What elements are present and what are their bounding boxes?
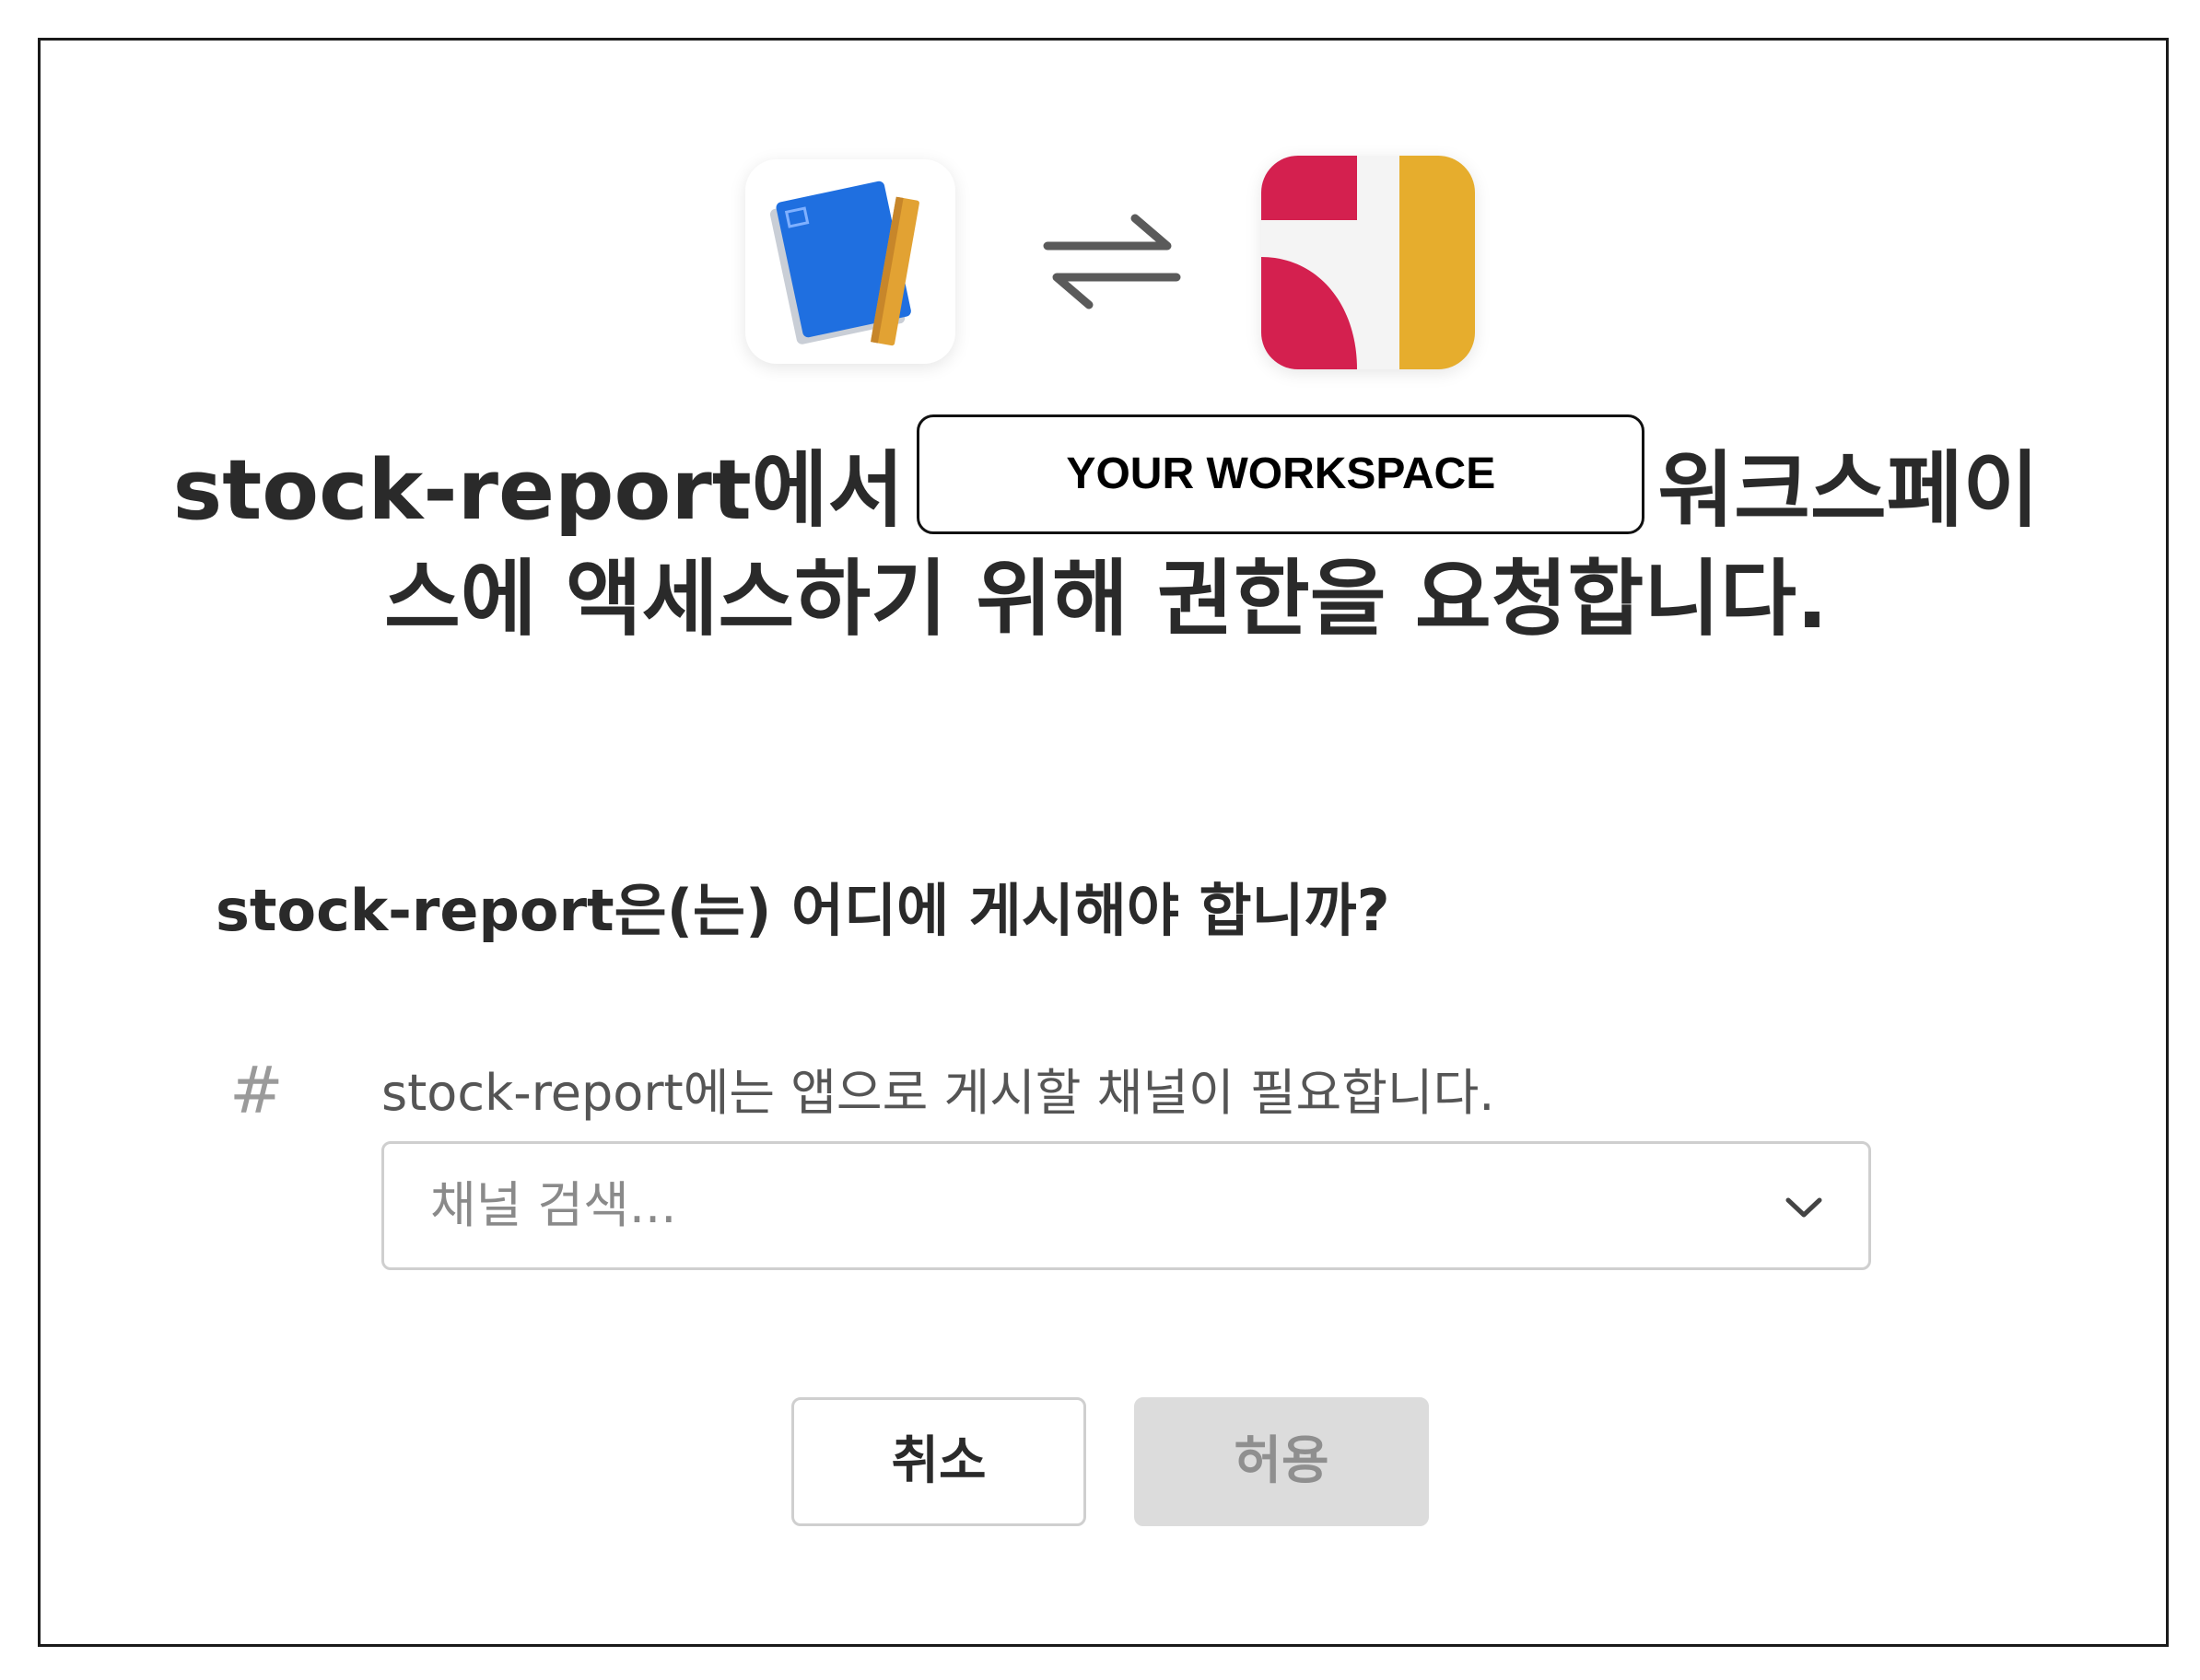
swap-arrows-icon (1038, 202, 1186, 317)
title-line-1: stock-report에서 YOUR WORKSPACE 워크스페이 (151, 414, 2061, 545)
notebook-ruler-icon (745, 159, 955, 364)
title-suffix: 워크스페이 (1657, 442, 2040, 539)
permission-dialog: stock-report에서 YOUR WORKSPACE 워크스페이 스에 액세스… (38, 38, 2169, 1647)
channel-search-select[interactable]: 채널 검색... (381, 1141, 1871, 1270)
channel-hint: stock-report에는 앱으로 게시할 채널이 필요합니다. (381, 1064, 1495, 1122)
cancel-button[interactable]: 취소 (791, 1397, 1086, 1526)
title-prefix: stock-report에서 (172, 442, 905, 539)
page-title: stock-report에서 YOUR WORKSPACE 워크스페이 스에 액세스… (151, 414, 2061, 654)
workspace-name-placeholder: YOUR WORKSPACE (917, 414, 1645, 535)
channel-search-placeholder: 채널 검색... (430, 1176, 677, 1234)
chevron-down-icon[interactable] (1781, 1184, 1827, 1231)
hash-icon: # (229, 1053, 284, 1128)
logo-row (41, 156, 2166, 369)
channel-question: stock-report은(는) 어디에 게시해야 합니까? (216, 877, 1390, 944)
workspace-logo-icon (1261, 156, 1475, 369)
title-line-2: 스에 액세스하기 위해 권한을 요청합니다. (383, 551, 1829, 648)
allow-button[interactable]: 허용 (1134, 1397, 1429, 1526)
